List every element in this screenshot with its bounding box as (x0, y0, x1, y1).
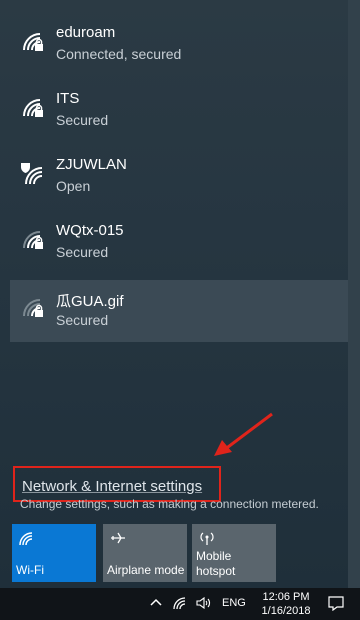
action-center-icon[interactable] (328, 596, 344, 611)
network-item-wqtx[interactable]: WQtx-015 Secured (10, 212, 360, 274)
airplane-icon (111, 532, 125, 544)
wifi-icon[interactable] (172, 596, 188, 610)
network-name: WQtx-015 (56, 222, 124, 239)
wifi-icon (19, 532, 33, 546)
hotspot-tile-label: Mobile hotspot (196, 549, 235, 579)
input-language[interactable]: ENG (222, 597, 246, 609)
wifi-shield-icon (21, 163, 43, 184)
mobile-hotspot-tile[interactable]: Mobile hotspot (192, 524, 276, 582)
hotspot-icon (200, 532, 214, 545)
red-arrow-annotation (214, 412, 273, 456)
wifi-icon (23, 99, 43, 117)
taskbar: ENG 12:06 PM 1/16/2018 (0, 588, 360, 620)
network-name: ZJUWLAN (56, 156, 127, 173)
airplane-tile-label: Airplane mode (107, 563, 185, 577)
network-status: Open (56, 178, 91, 194)
wifi-icon (23, 33, 43, 51)
clock-time: 12:06 PM (262, 591, 310, 603)
network-name: eduroam (56, 24, 116, 41)
clock-date: 1/16/2018 (261, 605, 311, 617)
network-status: Secured (56, 312, 109, 328)
network-item-zjuwlan[interactable]: ZJUWLAN Open (10, 146, 360, 208)
wifi-icon (23, 231, 43, 249)
wifi-tile[interactable]: Wi-Fi (12, 524, 96, 582)
hotspot-label-line2: hotspot (196, 564, 236, 578)
clock[interactable]: 12:06 PM 1/16/2018 (256, 590, 316, 618)
hotspot-label-line1: Mobile (196, 549, 232, 563)
chevron-up-icon[interactable] (149, 595, 163, 609)
wifi-tile-label: Wi-Fi (16, 563, 44, 577)
network-name: 瓜GUA.gif (56, 293, 124, 310)
network-status: Connected, secured (56, 46, 182, 62)
settings-description: Change settings, such as making a connec… (20, 497, 319, 511)
airplane-mode-tile[interactable]: Airplane mode (103, 524, 187, 582)
network-item-eduroam[interactable]: eduroam Connected, secured (10, 14, 360, 76)
wifi-icon (23, 299, 43, 317)
network-status: Secured (56, 244, 109, 260)
network-name: ITS (56, 90, 80, 107)
volume-icon[interactable] (195, 596, 213, 610)
settings-link-label: Network & Internet settings (22, 478, 203, 495)
network-item-its[interactable]: ITS Secured (10, 80, 360, 142)
network-flyout: eduroam Connected, secured ITS Secured Z… (0, 0, 360, 588)
network-status: Secured (56, 112, 109, 128)
network-item-gua[interactable]: 瓜GUA.gif Secured (10, 280, 360, 342)
